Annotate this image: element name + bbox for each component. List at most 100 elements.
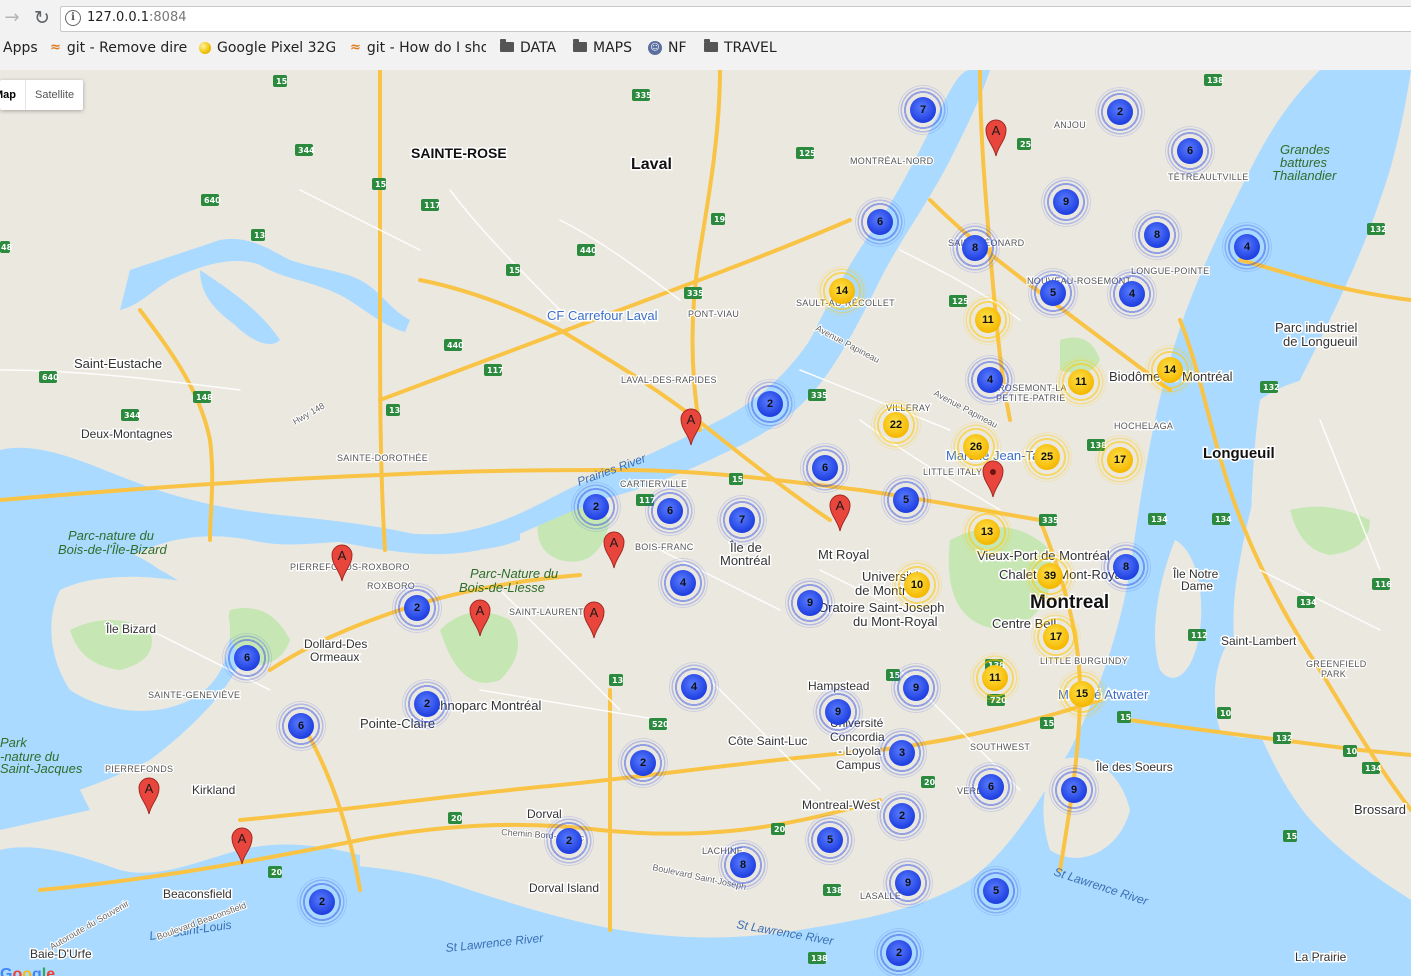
map-type-map-button[interactable]: Map xyxy=(0,80,25,110)
map-pin-label: A xyxy=(475,603,485,618)
map-pin-icon[interactable]: A xyxy=(985,119,1007,157)
map-pin-icon[interactable]: A xyxy=(680,408,702,446)
map-pin-label: A xyxy=(835,498,845,513)
map-pin-icon[interactable]: A xyxy=(583,601,605,639)
folder-icon xyxy=(573,39,587,52)
cluster-marker[interactable]: 8 xyxy=(1132,210,1182,260)
label-beaconsfield: Beaconsfield xyxy=(163,887,232,901)
cluster-marker[interactable]: 2 xyxy=(297,877,347,927)
cluster-marker[interactable]: 6 xyxy=(276,701,326,751)
svg-text:112: 112 xyxy=(1191,631,1208,640)
address-bar[interactable]: i 127.0.0.1:8084 xyxy=(60,6,1411,32)
cluster-marker[interactable]: 6 xyxy=(855,197,905,247)
map-pin-icon[interactable]: A xyxy=(231,827,253,865)
svg-text:25: 25 xyxy=(1020,140,1032,149)
bookmark-git-remove[interactable]: ≈ git - Remove dire xyxy=(50,38,188,58)
cluster-marker[interactable]: 8 xyxy=(950,223,1000,273)
cluster-marker[interactable]: 39 xyxy=(1025,551,1075,601)
label-greenfield-2: PARK xyxy=(1321,669,1346,679)
cluster-marker[interactable]: 9 xyxy=(883,858,933,908)
cluster-marker[interactable]: 6 xyxy=(645,486,695,536)
cluster-marker[interactable]: 5 xyxy=(971,866,1021,916)
map-pin-icon[interactable]: A xyxy=(331,544,353,582)
map-pin-icon[interactable]: A xyxy=(138,777,160,815)
cluster-marker[interactable]: 4 xyxy=(658,558,708,608)
cluster-marker[interactable]: 2 xyxy=(571,482,621,532)
cluster-marker[interactable]: 5 xyxy=(1028,268,1078,318)
cluster-marker[interactable]: 9 xyxy=(785,578,835,628)
url-text[interactable]: 127.0.0.1:8084 xyxy=(87,10,187,25)
cluster-count: 11 xyxy=(975,307,1001,333)
label-ile-bizard: Île Bizard xyxy=(105,621,156,636)
cluster-marker[interactable]: 15 xyxy=(1057,669,1107,719)
cluster-marker[interactable]: 8 xyxy=(718,840,768,890)
cluster-marker[interactable]: 14 xyxy=(1145,345,1195,395)
cluster-marker[interactable]: 3 xyxy=(877,728,927,778)
cluster-marker[interactable]: 2 xyxy=(618,738,668,788)
reload-icon[interactable]: ↻ xyxy=(30,6,54,30)
map-pin-icon[interactable]: A xyxy=(829,494,851,532)
cluster-marker[interactable]: 2 xyxy=(745,379,795,429)
cluster-marker[interactable]: 4 xyxy=(1222,222,1272,272)
map-pin-label xyxy=(982,464,1004,475)
cluster-marker[interactable]: 9 xyxy=(1049,765,1099,815)
map-pin-icon[interactable]: A xyxy=(603,531,625,569)
svg-text:335: 335 xyxy=(811,391,828,400)
cluster-marker[interactable]: 4 xyxy=(1107,269,1157,319)
map-canvas[interactable]: 15 335 344 15 640 117 13 440 15 19 335 1… xyxy=(0,70,1411,976)
cluster-marker[interactable]: 2 xyxy=(1095,87,1145,137)
back-arrow-icon[interactable]: → xyxy=(0,6,24,30)
bookmark-google-pixel[interactable]: Google Pixel 32G xyxy=(199,38,335,58)
cluster-marker[interactable]: 2 xyxy=(874,928,924,976)
cluster-marker[interactable]: 11 xyxy=(963,295,1013,345)
map-pin-label: A xyxy=(609,535,619,550)
cluster-marker[interactable]: 9 xyxy=(891,663,941,713)
bookmark-folder-travel[interactable]: TRAVEL xyxy=(704,38,784,58)
label-concordia-3: - Loyola xyxy=(838,744,881,758)
cluster-marker[interactable]: 10 xyxy=(892,560,942,610)
map-pin-icon[interactable]: A xyxy=(469,599,491,637)
cluster-count: 13 xyxy=(974,519,1000,545)
bookmark-label: NF xyxy=(668,40,687,56)
cluster-marker[interactable]: 25 xyxy=(1022,432,1072,482)
cluster-marker[interactable]: 22 xyxy=(871,400,921,450)
cluster-marker[interactable]: 2 xyxy=(544,816,594,866)
bookmark-apps[interactable]: Apps xyxy=(3,38,43,58)
cluster-marker[interactable]: 4 xyxy=(669,662,719,712)
map-pin-label: A xyxy=(337,548,347,563)
cluster-marker[interactable]: 2 xyxy=(392,583,442,633)
bookmark-nf[interactable]: ☺ NF xyxy=(648,38,694,58)
svg-text:15: 15 xyxy=(732,475,744,484)
svg-text:10: 10 xyxy=(1220,709,1232,718)
cluster-marker[interactable]: 8 xyxy=(1101,542,1151,592)
cluster-marker[interactable]: 5 xyxy=(881,475,931,525)
cluster-marker[interactable]: 6 xyxy=(1165,126,1215,176)
cluster-marker[interactable]: 6 xyxy=(800,443,850,493)
cluster-marker[interactable]: 7 xyxy=(717,495,767,545)
cluster-marker[interactable]: 13 xyxy=(962,507,1012,557)
cluster-count: 25 xyxy=(1034,444,1060,470)
cluster-marker[interactable]: 17 xyxy=(1031,612,1081,662)
cluster-marker[interactable]: 17 xyxy=(1095,435,1145,485)
cluster-marker[interactable]: 6 xyxy=(966,762,1016,812)
cluster-marker[interactable]: 11 xyxy=(970,653,1020,703)
navigation-bar: → ↻ i 127.0.0.1:8084 xyxy=(0,0,1411,36)
cluster-marker[interactable]: 6 xyxy=(222,633,272,683)
label-parc-bizard-1: Parc-nature du xyxy=(68,528,154,543)
bookmark-git-how[interactable]: ≈ git - How do I sho xyxy=(350,38,486,58)
cluster-marker[interactable]: 14 xyxy=(817,266,867,316)
bookmark-folder-maps[interactable]: MAPS xyxy=(573,38,639,58)
svg-text:138: 138 xyxy=(826,886,843,895)
cluster-marker[interactable]: 5 xyxy=(805,815,855,865)
cluster-marker[interactable]: 9 xyxy=(813,687,863,737)
cluster-marker[interactable]: 9 xyxy=(1041,177,1091,227)
cluster-marker[interactable]: 11 xyxy=(1056,357,1106,407)
info-icon[interactable]: i xyxy=(65,10,81,26)
cluster-marker[interactable]: 2 xyxy=(877,791,927,841)
map-pin-icon[interactable] xyxy=(982,460,1004,498)
cluster-marker[interactable]: 2 xyxy=(402,679,452,729)
cluster-marker[interactable]: 7 xyxy=(898,85,948,135)
map-type-satellite-button[interactable]: Satellite xyxy=(25,80,83,110)
bookmark-folder-data[interactable]: DATA xyxy=(500,38,564,58)
cluster-marker[interactable]: 4 xyxy=(965,355,1015,405)
